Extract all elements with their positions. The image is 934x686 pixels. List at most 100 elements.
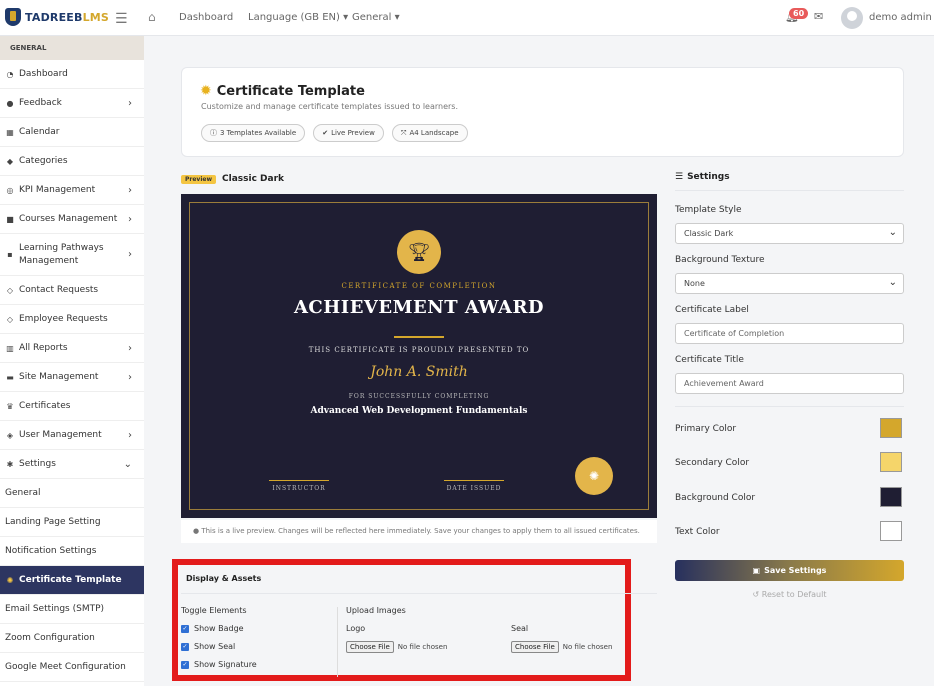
logo-shield-icon bbox=[5, 8, 21, 26]
sidebar-section-header: GENERAL bbox=[0, 36, 144, 60]
primary-color-swatch[interactable] bbox=[880, 418, 902, 438]
reset-default-link[interactable]: ↺ Reset to Default bbox=[675, 590, 904, 599]
seal-file-input[interactable]: Choose File No file chosen bbox=[511, 641, 612, 653]
primary-color-row: Primary Color bbox=[675, 418, 904, 438]
sidebar-subitem-notification[interactable]: Notification Settings bbox=[0, 537, 144, 566]
show-seal-checkbox[interactable]: ✓ Show Seal bbox=[181, 642, 235, 651]
info-icon: ⓘ bbox=[210, 129, 217, 137]
template-style-label: Template Style bbox=[675, 205, 742, 215]
sidebar-item-settings[interactable]: ✱ Settings ⌄ bbox=[0, 450, 144, 479]
nav-dashboard[interactable]: Dashboard bbox=[179, 12, 233, 23]
divider bbox=[181, 593, 657, 594]
sidebar-item-reports[interactable]: ▥ All Reports › bbox=[0, 334, 144, 363]
settings-title: ☰ Settings bbox=[675, 168, 904, 191]
certificate-label-input[interactable]: Certificate of Completion bbox=[675, 323, 904, 344]
sidebar-item-users[interactable]: ◈ User Management › bbox=[0, 421, 144, 450]
checkbox-checked-icon[interactable]: ✓ bbox=[181, 624, 189, 633]
sidebar-subitem-landing[interactable]: Landing Page Setting bbox=[0, 508, 144, 537]
sidebar-item-contact[interactable]: ◇ Contact Requests bbox=[0, 276, 144, 305]
text-color-swatch[interactable] bbox=[880, 521, 902, 541]
divider bbox=[675, 406, 904, 407]
site-icon: ▬ bbox=[6, 372, 14, 382]
chart-icon: ▥ bbox=[6, 343, 14, 353]
chevron-right-icon: › bbox=[128, 429, 132, 441]
nav-general[interactable]: General ▾ bbox=[352, 12, 400, 23]
background-texture-label: Background Texture bbox=[675, 255, 765, 265]
secondary-color-swatch[interactable] bbox=[880, 452, 902, 472]
certificate-title-input[interactable]: Achievement Award bbox=[675, 373, 904, 394]
sidebar-subitem-meet[interactable]: Google Meet Configuration bbox=[0, 653, 144, 682]
main-content: ✹ Certificate Template Customize and mana… bbox=[144, 36, 934, 686]
sidebar-subitem-certificate-template[interactable]: ✺ Certificate Template bbox=[0, 566, 144, 595]
chevron-down-icon: ⌄ bbox=[888, 277, 897, 288]
menu-toggle-icon[interactable]: ☰ bbox=[115, 11, 128, 27]
templates-count-pill: ⓘ 3 Templates Available bbox=[201, 124, 306, 142]
chevron-right-icon: › bbox=[128, 213, 132, 225]
preview-template-name: Classic Dark bbox=[222, 174, 285, 184]
show-badge-checkbox[interactable]: ✓ Show Badge bbox=[181, 624, 244, 633]
sidebar-subitem-email[interactable]: Email Settings (SMTP) bbox=[0, 595, 144, 624]
contact-icon: ◇ bbox=[6, 285, 14, 295]
background-texture-select[interactable]: None ⌄ bbox=[675, 273, 904, 294]
no-file-text: No file chosen bbox=[397, 643, 448, 651]
nav-language[interactable]: Language (GB EN) ▾ bbox=[248, 12, 348, 23]
chevron-right-icon: › bbox=[128, 249, 132, 260]
sidebar-item-employee[interactable]: ◇ Employee Requests bbox=[0, 305, 144, 334]
show-signature-checkbox[interactable]: ✓ Show Signature bbox=[181, 660, 257, 669]
divider bbox=[394, 336, 444, 338]
dashboard-icon: ◔ bbox=[6, 69, 14, 79]
choose-file-button[interactable]: Choose File bbox=[511, 641, 559, 653]
checkbox-checked-icon[interactable]: ✓ bbox=[181, 642, 189, 651]
upload-images-title: Upload Images bbox=[346, 606, 406, 615]
checkbox-checked-icon[interactable]: ✓ bbox=[181, 660, 189, 669]
background-color-swatch[interactable] bbox=[880, 487, 902, 507]
signature-date: DATE ISSUED bbox=[444, 480, 504, 492]
certificate-for-text: FOR SUCCESSFULLY COMPLETING bbox=[348, 393, 490, 400]
template-style-select[interactable]: Classic Dark ⌄ bbox=[675, 223, 904, 244]
secondary-color-row: Secondary Color bbox=[675, 452, 904, 472]
logo-main: TADREEB bbox=[25, 10, 83, 24]
home-icon[interactable]: ⌂ bbox=[148, 10, 156, 24]
logo-accent: LMS bbox=[82, 10, 110, 24]
choose-file-button[interactable]: Choose File bbox=[346, 641, 394, 653]
certificate-preview: 🏆︎ CERTIFICATE OF COMPLETION ACHIEVEMENT… bbox=[181, 194, 657, 518]
preview-tag: Preview bbox=[181, 174, 217, 184]
user-name[interactable]: demo admin bbox=[869, 12, 932, 23]
course-name: Advanced Web Development Fundamentals bbox=[310, 406, 528, 416]
pathway-icon: ▪ bbox=[7, 250, 13, 259]
page-subtitle: Customize and manage certificate templat… bbox=[201, 102, 459, 111]
reset-icon: ↺ bbox=[752, 590, 760, 599]
sidebar-subitem-zoom[interactable]: Zoom Configuration bbox=[0, 624, 144, 653]
employee-icon: ◇ bbox=[6, 314, 14, 324]
sidebar-item-dashboard[interactable]: ◔ Dashboard bbox=[0, 60, 144, 89]
sidebar: GENERAL ◔ Dashboard ● Feedback › ▦ Calendar … bbox=[0, 36, 144, 686]
trophy-icon: ♛ bbox=[6, 401, 14, 411]
save-icon: ▣ bbox=[752, 566, 761, 575]
brand-logo[interactable]: TADREEBLMS bbox=[5, 8, 109, 26]
sidebar-item-site[interactable]: ▬ Site Management › bbox=[0, 363, 144, 392]
sidebar-item-feedback[interactable]: ● Feedback › bbox=[0, 89, 144, 118]
sidebar-item-kpi[interactable]: ◎ KPI Management › bbox=[0, 176, 144, 205]
chevron-down-icon: ⌄ bbox=[123, 458, 132, 470]
calendar-icon: ▦ bbox=[6, 127, 14, 137]
sidebar-item-categories[interactable]: ◆ Categories bbox=[0, 147, 144, 176]
sidebar-subitem-general[interactable]: General bbox=[0, 479, 144, 508]
certificate-title-label: Certificate Title bbox=[675, 355, 744, 365]
page-header-card: ✹ Certificate Template Customize and mana… bbox=[181, 67, 904, 157]
shield-icon: ◈ bbox=[6, 430, 14, 440]
chevron-right-icon: › bbox=[128, 342, 132, 354]
top-bar: TADREEBLMS ☰ ⌂ Dashboard Language (GB EN… bbox=[0, 0, 934, 36]
gear-icon: ✱ bbox=[6, 459, 14, 469]
no-file-text: No file chosen bbox=[562, 643, 613, 651]
sidebar-item-courses[interactable]: ■ Courses Management › bbox=[0, 205, 144, 234]
avatar[interactable] bbox=[841, 7, 863, 29]
sidebar-item-calendar[interactable]: ▦ Calendar bbox=[0, 118, 144, 147]
target-icon: ◎ bbox=[6, 185, 14, 195]
seal-icon: ✺ bbox=[575, 457, 613, 495]
chevron-right-icon: › bbox=[128, 184, 132, 196]
logo-file-input[interactable]: Choose File No file chosen bbox=[346, 641, 447, 653]
save-settings-button[interactable]: ▣ Save Settings bbox=[675, 560, 904, 581]
sidebar-item-pathways[interactable]: ▪ Learning Pathways Management › bbox=[0, 234, 144, 276]
sidebar-item-certificates[interactable]: ♛ Certificates bbox=[0, 392, 144, 421]
mail-icon[interactable]: ✉ bbox=[814, 10, 823, 23]
